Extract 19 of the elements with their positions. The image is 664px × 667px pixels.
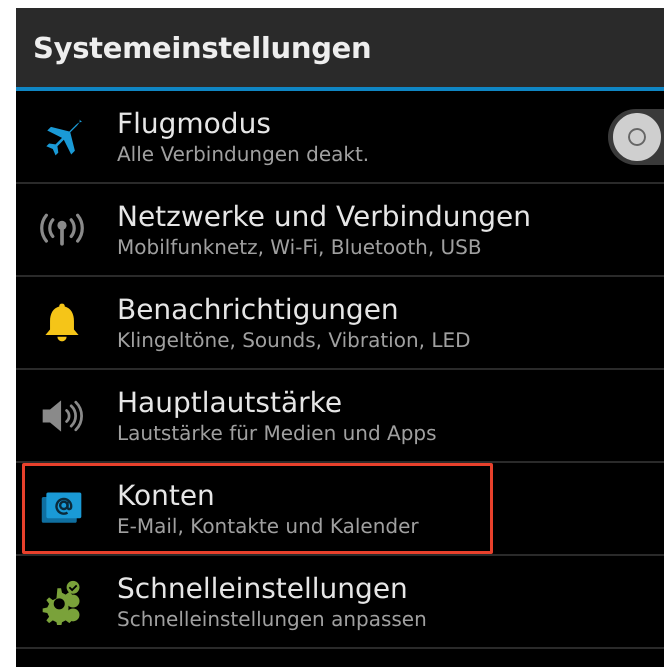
settings-item[interactable]: Flugmodus Alle Verbindungen deakt. bbox=[16, 91, 664, 184]
item-title: Hauptlautstärke bbox=[117, 386, 344, 419]
item-title: Schnelleinstellungen bbox=[117, 572, 409, 605]
item-title: Flugmodus bbox=[117, 107, 272, 140]
item-subtitle: Klingeltöne, Sounds, Vibration, LED bbox=[117, 328, 472, 352]
item-title: Netzwerke und Verbindungen bbox=[117, 200, 532, 233]
item-title: Benachrichtigungen bbox=[117, 293, 400, 326]
item-subtitle: Alle Verbindungen deakt. bbox=[117, 142, 370, 166]
settings-item[interactable]: Hauptlautstärke Lautstärke für Medien und Apps bbox=[16, 370, 664, 463]
item-title: Konten bbox=[117, 479, 216, 512]
item-subtitle: Mobilfunknetz, Wi-Fi, Bluetooth, USB bbox=[117, 235, 483, 259]
settings-item[interactable]: Netzwerke und Verbindungen Mobilfunknetz, Wi-Fi, Bluetooth, USB bbox=[16, 184, 664, 277]
item-subtitle: Lautstärke für Medien und Apps bbox=[117, 421, 438, 445]
screen-title: Systemeinstellungen bbox=[33, 30, 372, 64]
item-subtitle: Schnelleinstellungen anpassen bbox=[117, 607, 428, 631]
settings-item[interactable]: Schnelleinstellungen Schnelleinstellungen anpassen bbox=[16, 556, 664, 649]
settings-item[interactable]: Konten E-Mail, Kontakte und Kalender bbox=[16, 463, 664, 556]
settings-item[interactable]: Benachrichtigungen Klingeltöne, Sounds, Vibration, LED bbox=[16, 277, 664, 370]
item-subtitle: E-Mail, Kontakte und Kalender bbox=[117, 514, 420, 538]
